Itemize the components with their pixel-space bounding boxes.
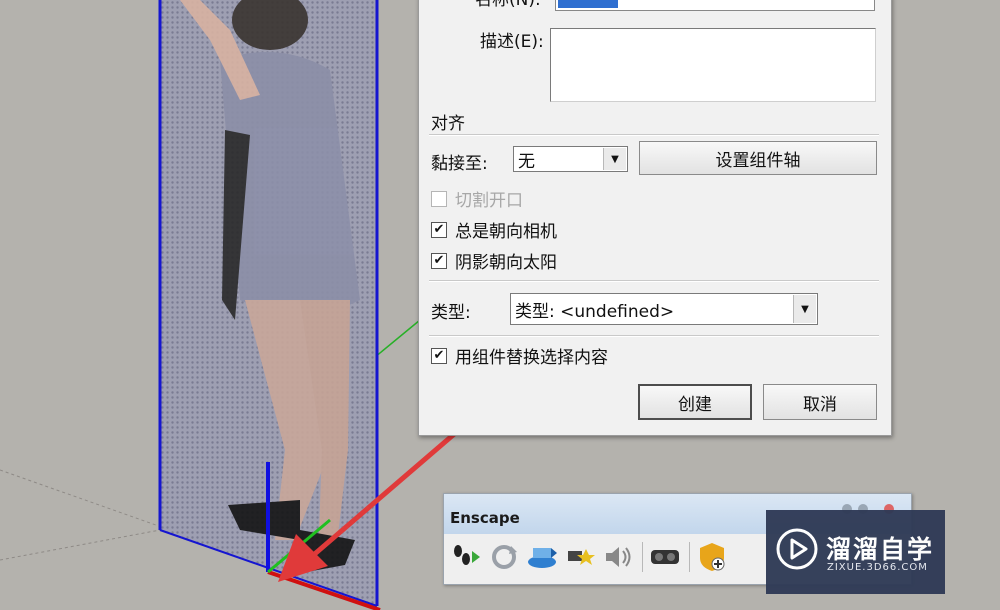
type-divider bbox=[429, 280, 879, 282]
watermark-subtitle: ZIXUE.3D66.COM bbox=[827, 562, 928, 573]
name-input[interactable] bbox=[555, 0, 875, 11]
description-textarea[interactable] bbox=[550, 28, 876, 102]
always-face-camera-checkbox[interactable]: ✔ 总是朝向相机 bbox=[431, 217, 557, 242]
watermark-badge: 溜溜自学 ZIXUE.3D66.COM bbox=[766, 510, 945, 594]
shadows-face-sun-checkbox[interactable]: ✔ 阴影朝向太阳 bbox=[431, 248, 557, 273]
cancel-button[interactable]: 取消 bbox=[763, 384, 877, 420]
create-button[interactable]: 创建 bbox=[638, 384, 752, 420]
name-label: 名称(N): bbox=[475, 0, 541, 10]
chevron-down-icon[interactable]: ▼ bbox=[793, 295, 816, 323]
capture-position-icon[interactable] bbox=[562, 540, 598, 574]
align-divider bbox=[429, 134, 879, 136]
replace-selection-label: 用组件替换选择内容 bbox=[455, 348, 608, 368]
glue-to-label: 黏接至: bbox=[431, 154, 488, 174]
live-update-icon[interactable] bbox=[524, 540, 560, 574]
set-component-axes-button[interactable]: 设置组件轴 bbox=[639, 141, 877, 175]
enscape-title: Enscape bbox=[450, 509, 520, 527]
toolbar-separator bbox=[689, 542, 690, 572]
description-label: 描述(E): bbox=[480, 32, 544, 52]
shadows-face-sun-label: 阴影朝向太阳 bbox=[455, 253, 557, 273]
watermark-title: 溜溜自学 bbox=[826, 535, 935, 564]
walk-mode-icon[interactable] bbox=[448, 540, 484, 574]
type-value: 类型: <undefined> bbox=[515, 301, 675, 322]
name-selection bbox=[558, 0, 618, 8]
enscape-icon-row bbox=[448, 540, 732, 574]
toolbar-separator bbox=[642, 542, 643, 572]
sound-icon[interactable] bbox=[600, 540, 636, 574]
chevron-down-icon[interactable]: ▼ bbox=[603, 148, 626, 170]
glue-to-value: 无 bbox=[518, 151, 535, 172]
asset-library-icon[interactable] bbox=[694, 540, 730, 574]
replace-selection-checkbox[interactable]: ✔ 用组件替换选择内容 bbox=[431, 343, 608, 368]
replace-divider bbox=[429, 335, 879, 337]
cut-opening-label: 切割开口 bbox=[455, 191, 523, 211]
always-face-camera-box[interactable]: ✔ bbox=[431, 221, 447, 238]
type-select[interactable]: 类型: <undefined> ▼ bbox=[510, 293, 818, 325]
glue-to-select[interactable]: 无 ▼ bbox=[513, 146, 628, 172]
always-face-camera-label: 总是朝向相机 bbox=[455, 222, 557, 242]
replace-selection-box[interactable]: ✔ bbox=[431, 347, 447, 364]
cut-opening-checkbox[interactable]: 切割开口 bbox=[431, 186, 523, 211]
create-component-dialog: 名称(N): 描述(E): 对齐 黏接至: 无 ▼ 设置组件轴 切割开口 ✔ 总… bbox=[418, 0, 892, 436]
cut-opening-box[interactable] bbox=[431, 190, 447, 207]
shadows-face-sun-box[interactable]: ✔ bbox=[431, 252, 447, 269]
vr-headset-icon[interactable] bbox=[647, 540, 683, 574]
align-section-title: 对齐 bbox=[431, 114, 465, 134]
play-logo-icon bbox=[776, 528, 818, 570]
type-label: 类型: bbox=[431, 303, 471, 323]
sync-update-icon[interactable] bbox=[486, 540, 522, 574]
